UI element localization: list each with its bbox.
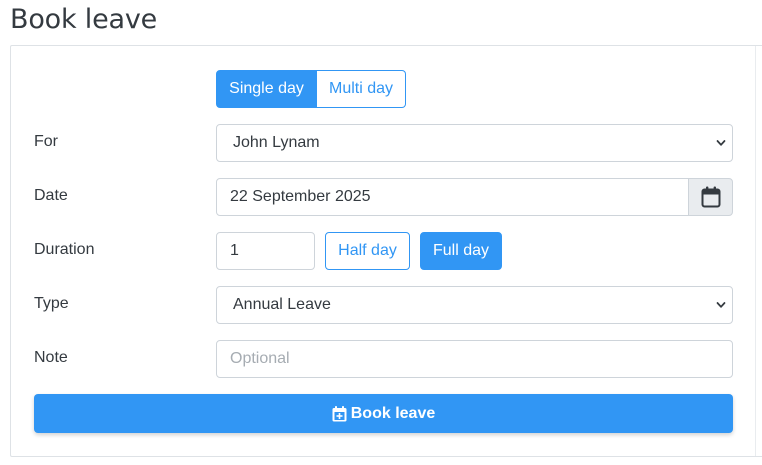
note-placeholder: Optional: [230, 350, 290, 367]
calendar-icon: [701, 186, 720, 208]
multi-day-button[interactable]: Multi day: [317, 70, 406, 108]
date-input-value: 22 September 2025: [230, 188, 371, 205]
date-input[interactable]: 22 September 2025: [216, 178, 689, 216]
full-day-button[interactable]: Full day: [420, 232, 502, 270]
single-day-button[interactable]: Single day: [216, 70, 317, 108]
for-select[interactable]: John Lynam: [216, 124, 733, 162]
book-leave-label: Book leave: [350, 404, 436, 422]
date-label: Date: [34, 187, 68, 204]
type-label: Type: [34, 295, 69, 312]
chevron-down-icon: [716, 140, 726, 146]
calendar-plus-icon: [332, 405, 347, 421]
half-day-button[interactable]: Half day: [325, 232, 410, 270]
note-input[interactable]: Optional: [216, 340, 733, 378]
for-label: For: [34, 133, 58, 150]
duration-input[interactable]: 1: [216, 232, 315, 270]
chevron-down-icon: [716, 302, 726, 308]
page-title: Book leave: [10, 4, 158, 35]
book-leave-button[interactable]: Book leave: [34, 394, 733, 433]
type-select-value: Annual Leave: [233, 296, 331, 313]
note-label: Note: [34, 349, 68, 366]
date-picker-button[interactable]: [688, 178, 733, 216]
day-mode-toggle: Single day Multi day: [216, 70, 406, 108]
duration-input-value: 1: [230, 242, 239, 259]
type-select[interactable]: Annual Leave: [216, 286, 733, 324]
for-select-value: John Lynam: [233, 134, 320, 151]
duration-label: Duration: [34, 241, 95, 258]
